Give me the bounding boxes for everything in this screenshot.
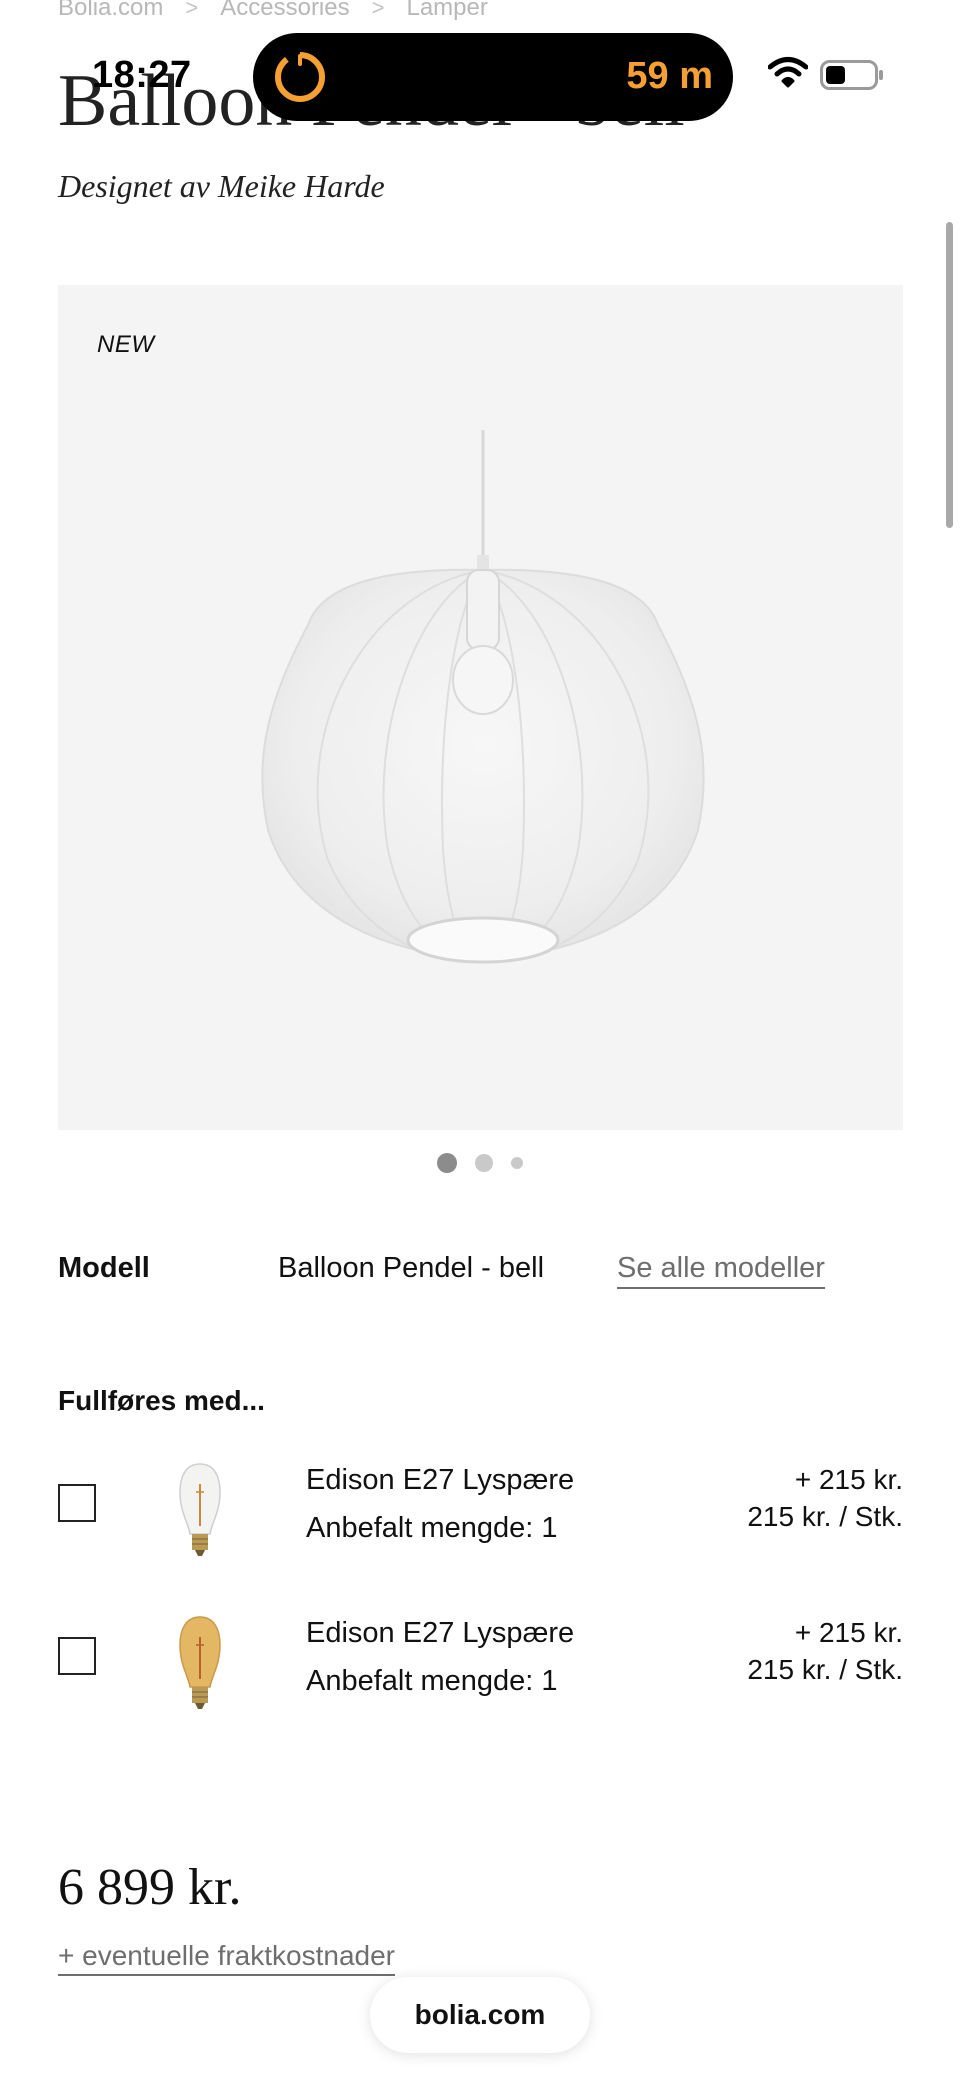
see-all-models-link[interactable]: Se alle modeller <box>617 1252 825 1289</box>
wifi-icon <box>768 57 808 88</box>
carousel-dot-1[interactable] <box>437 1153 457 1173</box>
shipping-costs-link[interactable]: + eventuelle fraktkostnader <box>58 1940 395 1976</box>
address-bar[interactable]: bolia.com <box>370 1977 590 2053</box>
accessory-checkbox[interactable] <box>58 1484 96 1522</box>
breadcrumb: Bolia.com > Accessories > Lamper <box>58 0 488 22</box>
product-page: Bolia.com > Accessories > Lamper Balloon… <box>0 0 960 2087</box>
status-time: 18:27 <box>92 54 192 96</box>
breadcrumb-item-lamps[interactable]: Lamper <box>406 0 487 22</box>
accessory-item: Edison E27 Lyspære Anbefalt mengde: 1 + … <box>58 1615 903 1725</box>
model-label: Modell <box>58 1252 150 1284</box>
chevron-right-icon: > <box>371 0 385 20</box>
accessory-name[interactable]: Edison E27 Lyspære <box>306 1462 574 1500</box>
model-value: Balloon Pendel - bell <box>278 1252 545 1284</box>
accessory-quantity: Anbefalt mengde: 1 <box>306 1665 558 1697</box>
carousel-dot-2[interactable] <box>475 1154 493 1172</box>
accessory-price: + 215 kr. <box>794 1617 903 1648</box>
accessory-quantity: Anbefalt mengde: 1 <box>306 1512 558 1544</box>
amber-bulb-icon <box>179 1616 221 1709</box>
product-designer: Designet av Meike Harde <box>58 168 385 204</box>
product-price: 6 899 kr. <box>58 1859 242 1916</box>
battery-icon <box>820 60 883 90</box>
timer-text: 59 m <box>626 55 713 97</box>
balloon-pendant-lamp-image <box>261 430 705 964</box>
carousel-dots <box>0 1153 960 1173</box>
carousel-dot-3[interactable] <box>511 1157 523 1169</box>
dynamic-island[interactable]: 59 m <box>253 33 733 121</box>
accessory-unit-price: 215 kr. / Stk. <box>747 1654 903 1685</box>
clear-bulb-icon <box>179 1463 221 1556</box>
accessory-checkbox[interactable] <box>58 1637 96 1675</box>
breadcrumb-item-accessories[interactable]: Accessories <box>220 0 349 22</box>
breadcrumb-item-home[interactable]: Bolia.com <box>58 0 163 22</box>
scrollbar[interactable] <box>946 222 953 528</box>
product-image-carousel[interactable]: NEW <box>58 285 903 1130</box>
accessories-heading: Fullføres med... <box>58 1385 265 1416</box>
accessory-price: + 215 kr. <box>794 1464 903 1495</box>
chevron-right-icon: > <box>185 0 199 20</box>
timer-icon <box>275 51 325 102</box>
accessory-name[interactable]: Edison E27 Lyspære <box>306 1615 574 1653</box>
accessory-unit-price: 215 kr. / Stk. <box>747 1501 903 1532</box>
new-badge: NEW <box>97 331 155 358</box>
accessory-item: Edison E27 Lyspære Anbefalt mengde: 1 + … <box>58 1462 903 1572</box>
